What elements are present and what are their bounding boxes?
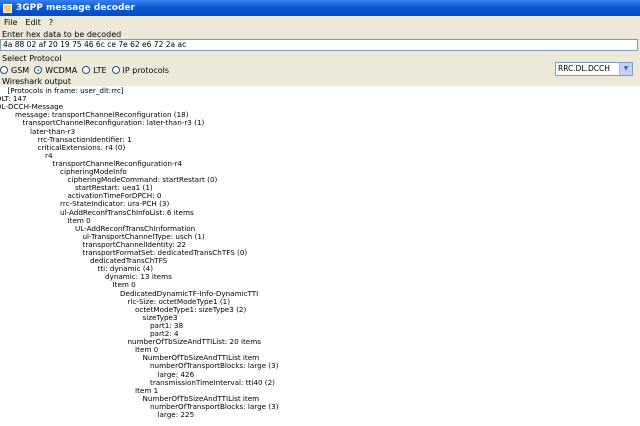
output-line[interactable]: r4 — [45, 151, 53, 160]
window-title: 3GPP message decoder — [16, 3, 135, 13]
radio-gsm-label: GSM — [11, 65, 30, 75]
protocol-dropdown-value: RRC.DL.DCCH — [558, 64, 610, 73]
hex-input-field[interactable]: 4a 88 02 af 20 19 75 46 6c ce 7e 62 e6 7… — [0, 39, 638, 51]
output-line[interactable]: transmissionTimeInterval: tti40 (2) — [150, 378, 275, 387]
radio-ip-protocols[interactable]: IP protocols — [111, 65, 170, 75]
title-bar[interactable]: 3GPP message decoder — [0, 0, 640, 16]
menu-bar: File Edit ? — [0, 16, 640, 29]
radio-ip-label: IP protocols — [122, 65, 170, 75]
radio-lte-label: LTE — [93, 65, 107, 75]
radio-lte-indicator — [82, 66, 91, 74]
wireshark-output-pane[interactable]: [Protocols in frame: user_dlt:rrc]DLT: 1… — [0, 86, 640, 426]
radio-wcdma-label: WCDMA — [45, 65, 78, 75]
radio-wcdma-indicator — [34, 66, 43, 74]
protocol-label: Select Protocol — [2, 54, 62, 63]
radio-wcdma[interactable]: WCDMA — [34, 66, 77, 75]
wireshark-output-label: Wireshark output — [2, 77, 71, 86]
app-icon — [3, 3, 12, 13]
hex-input-label: Enter hex data to be decoded — [2, 30, 122, 39]
menu-help[interactable]: ? — [45, 18, 57, 27]
radio-gsm[interactable]: GSM — [0, 66, 29, 75]
protocol-radio-group: GSM WCDMA LTE IP protocols — [0, 64, 174, 76]
radio-gsm-indicator — [0, 66, 8, 74]
protocol-dropdown[interactable]: RRC.DL.DCCH ▼ — [555, 62, 633, 76]
radio-ip-indicator — [111, 66, 120, 74]
radio-lte[interactable]: LTE — [82, 65, 107, 75]
menu-file[interactable]: File — [0, 18, 21, 27]
menu-edit[interactable]: Edit — [21, 18, 45, 27]
chevron-down-icon[interactable]: ▼ — [619, 63, 632, 75]
output-line[interactable]: large: 225 — [158, 411, 195, 419]
